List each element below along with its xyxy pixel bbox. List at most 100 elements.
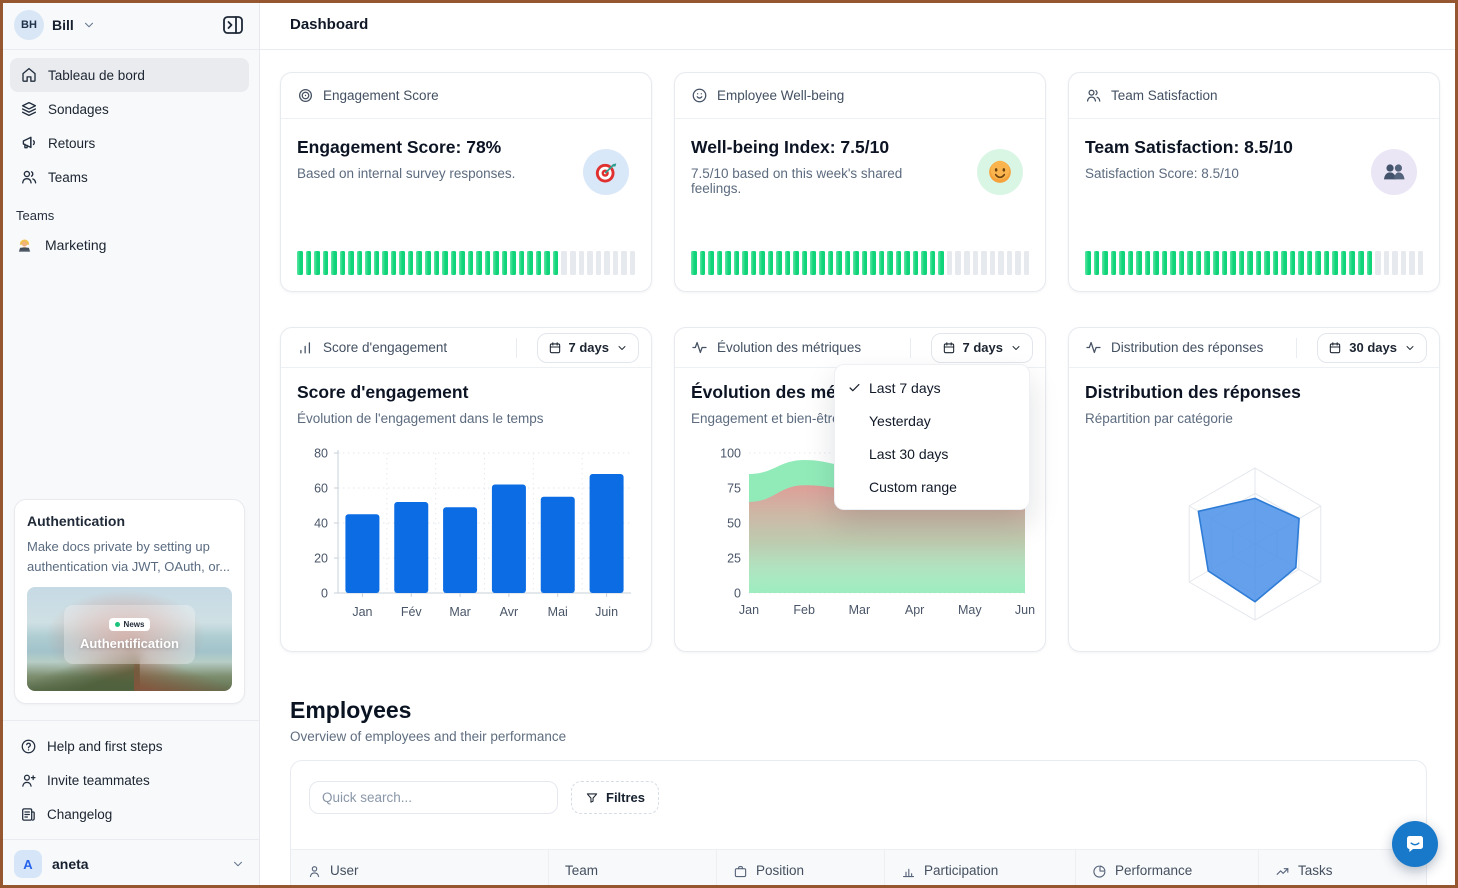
megaphone-icon (20, 134, 38, 152)
stat-card-satisfaction: Team Satisfaction Team Satisfaction: 8.5… (1068, 72, 1440, 292)
column-header-performance[interactable]: Performance (1076, 850, 1259, 888)
svg-text:40: 40 (314, 517, 328, 531)
progress-segment-filled (1367, 251, 1373, 275)
stat-card-header-label: Employee Well-being (717, 88, 1033, 103)
collapse-sidebar-button[interactable] (221, 13, 245, 37)
progress-segment-filled (819, 251, 825, 275)
progress-segment-filled (1230, 251, 1236, 275)
date-range-button[interactable]: 30 days (1317, 333, 1427, 363)
progress-bar (691, 251, 1029, 275)
progress-segment-filled (845, 251, 851, 275)
svg-text:Jan: Jan (739, 603, 759, 617)
column-header-team[interactable]: Team (549, 850, 717, 888)
main-area: Dashboard Engagement Score Engagement Sc… (260, 0, 1458, 888)
column-header-position[interactable]: Position (717, 850, 885, 888)
sidebar-item-invite-teammates[interactable]: Invite teammates (10, 763, 249, 797)
svg-text:Avr: Avr (500, 605, 519, 619)
team-label: Marketing (45, 237, 106, 253)
menu-item-last-7-days[interactable]: Last 7 days (835, 371, 1029, 404)
sidebar-item-label: Changelog (47, 807, 112, 822)
promo-image-overlay: News Authentification (64, 605, 195, 664)
progress-segment-filled (904, 251, 910, 275)
stat-card-engagement: Engagement Score Engagement Score: 78% B… (280, 72, 652, 292)
chat-launcher-button[interactable] (1392, 821, 1438, 867)
menu-item-custom-range[interactable]: Custom range (835, 470, 1029, 503)
svg-text:25: 25 (727, 552, 741, 566)
sidebar-team-marketing[interactable]: Marketing (0, 227, 259, 263)
target-emoji-icon (583, 149, 629, 195)
promo-card[interactable]: Authentication Make docs private by sett… (14, 499, 245, 704)
chevron-down-icon (1010, 342, 1022, 354)
search-input[interactable] (309, 781, 558, 814)
column-label: User (330, 863, 359, 878)
progress-segment-filled (1196, 251, 1202, 275)
progress-segment-empty (1015, 251, 1021, 275)
employees-subtitle: Overview of employees and their performa… (290, 729, 566, 744)
green-dot-icon (115, 622, 120, 627)
menu-item-label: Custom range (869, 479, 957, 495)
technologist-emoji-icon (16, 237, 33, 254)
svg-text:60: 60 (314, 482, 328, 496)
chart-card-response-distribution: Distribution des réponses 30 days Distri… (1068, 327, 1440, 652)
promo-caption: Authentification (80, 636, 179, 651)
sidebar-item-help-and-first-steps[interactable]: Help and first steps (10, 729, 249, 763)
progress-segment-filled (717, 251, 723, 275)
account-switcher[interactable]: A aneta (0, 839, 259, 888)
workspace-name: Bill (52, 17, 74, 33)
check-placeholder (847, 446, 867, 462)
date-range-button[interactable]: 7 days (931, 333, 1033, 363)
user-icon (307, 864, 322, 879)
progress-segment-empty (1384, 251, 1390, 275)
progress-segment-empty (561, 251, 567, 275)
radar-chart (1069, 423, 1441, 643)
sidebar-item-label: Help and first steps (47, 739, 163, 754)
promo-image: News Authentification (27, 587, 232, 691)
progress-segment-filled (1298, 251, 1304, 275)
sidebar-item-teams[interactable]: Teams (10, 160, 249, 194)
sidebar-item-tableau-de-bord[interactable]: Tableau de bord (10, 58, 249, 92)
progress-segment-empty (981, 251, 987, 275)
sidebar-item-label: Invite teammates (47, 773, 150, 788)
progress-segment-empty (579, 251, 585, 275)
filters-button[interactable]: Filtres (571, 781, 659, 814)
progress-segment-filled (1349, 251, 1355, 275)
menu-item-last-30-days[interactable]: Last 30 days (835, 437, 1029, 470)
stat-card-header-label: Engagement Score (323, 88, 639, 103)
progress-segment-filled (348, 251, 354, 275)
activity-icon (1085, 339, 1102, 356)
workspace-switcher[interactable]: BH Bill (14, 10, 96, 40)
sidebar-item-sondages[interactable]: Sondages (10, 92, 249, 126)
sidebar-item-changelog[interactable]: Changelog (10, 797, 249, 831)
users-icon (20, 168, 38, 186)
progress-segment-empty (990, 251, 996, 275)
chevron-down-icon (231, 857, 245, 871)
progress-segment-filled (759, 251, 765, 275)
column-label: Performance (1115, 863, 1192, 878)
sidebar-item-retours[interactable]: Retours (10, 126, 249, 160)
topbar: Dashboard (260, 0, 1458, 50)
progress-segment-filled (468, 251, 474, 275)
menu-item-yesterday[interactable]: Yesterday (835, 404, 1029, 437)
progress-segment-filled (1187, 251, 1193, 275)
column-header-participation[interactable]: Participation (885, 850, 1076, 888)
layers-icon (20, 100, 38, 118)
svg-text:Apr: Apr (905, 603, 924, 617)
progress-segment-filled (1273, 251, 1279, 275)
progress-segment-filled (374, 251, 380, 275)
progress-segment-filled (1332, 251, 1338, 275)
progress-segment-filled (1170, 251, 1176, 275)
menu-item-label: Last 7 days (869, 380, 941, 396)
progress-segment-filled (862, 251, 868, 275)
check-icon (847, 380, 867, 396)
progress-segment-filled (734, 251, 740, 275)
progress-segment-empty (998, 251, 1004, 275)
progress-segment-empty (604, 251, 610, 275)
progress-segment-filled (553, 251, 559, 275)
progress-segment-filled (1085, 251, 1091, 275)
date-range-button[interactable]: 7 days (537, 333, 639, 363)
svg-text:50: 50 (727, 517, 741, 531)
progress-segment-filled (751, 251, 757, 275)
progress-segment-filled (785, 251, 791, 275)
column-header-user[interactable]: User (291, 850, 549, 888)
check-placeholder (847, 413, 867, 429)
